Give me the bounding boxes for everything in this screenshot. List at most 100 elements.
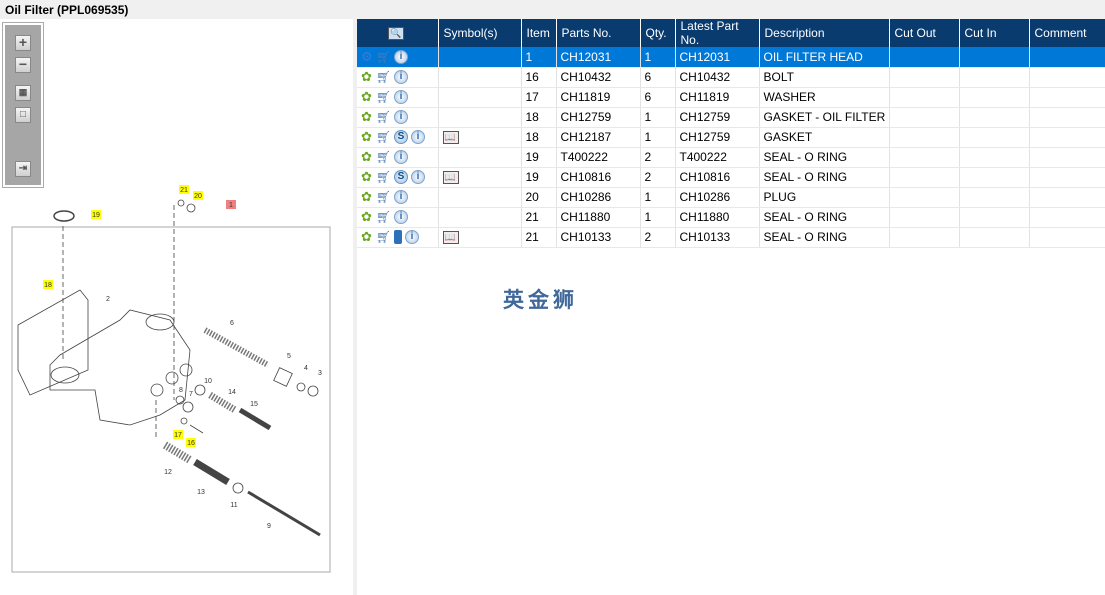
- gear-icon[interactable]: ✿: [361, 189, 373, 205]
- view-illustration-icon[interactable]: 📖: [442, 231, 459, 245]
- info-icon[interactable]: i: [394, 110, 408, 124]
- gear-icon[interactable]: ✿: [361, 149, 373, 165]
- callout-5[interactable]: 5: [287, 353, 291, 360]
- item-cell: 19: [521, 147, 557, 168]
- column-header[interactable]: Description: [759, 19, 890, 47]
- cart-icon[interactable]: 🛒︎: [376, 190, 391, 204]
- gear-icon[interactable]: ✿: [361, 129, 373, 145]
- table-row[interactable]: ✿ 🛒︎ i 17 CH11819 6 CH11819 WASHER: [357, 87, 1105, 108]
- cart-icon[interactable]: 🛒︎: [376, 50, 391, 64]
- cart-icon[interactable]: 🛒︎: [376, 210, 391, 224]
- callout-2[interactable]: 2: [106, 296, 110, 303]
- comment-cell: [1029, 147, 1105, 168]
- exploded-diagram[interactable]: 212011918265431087 141517161213119: [0, 19, 353, 595]
- supersession-icon[interactable]: S: [394, 170, 408, 184]
- callout-8[interactable]: 8: [179, 387, 183, 394]
- callout-21[interactable]: 21: [180, 187, 188, 194]
- callout-17[interactable]: 17: [174, 432, 182, 439]
- table-row[interactable]: ✿ 🛒︎ i 16 CH10432 6 CH10432 BOLT: [357, 67, 1105, 88]
- cut-out-cell: [889, 227, 960, 248]
- symbol-cell: 📖: [438, 167, 522, 188]
- callout-20[interactable]: 20: [194, 193, 202, 200]
- gear-icon[interactable]: ✿: [361, 229, 373, 245]
- gear-icon[interactable]: ✿: [361, 209, 373, 225]
- cart-icon[interactable]: 🛒︎: [376, 130, 391, 144]
- desc-cell: PLUG: [759, 187, 890, 208]
- cart-icon[interactable]: 🛒︎: [376, 70, 391, 84]
- column-header[interactable]: 🔍: [357, 19, 439, 47]
- callout-7[interactable]: 7: [189, 391, 193, 398]
- callout-13[interactable]: 13: [197, 489, 205, 496]
- callout-18[interactable]: 18: [44, 282, 52, 289]
- info-icon[interactable]: i: [394, 190, 408, 204]
- info-icon[interactable]: i: [405, 230, 419, 244]
- search-parts-icon[interactable]: 🔍: [387, 27, 404, 41]
- cut-out-cell: [889, 187, 960, 208]
- comment-cell: [1029, 227, 1105, 248]
- column-header[interactable]: Qty.: [640, 19, 676, 47]
- table-row[interactable]: ✿ 🛒︎ i 19 T400222 2 T400222 SEAL - O RING: [357, 147, 1105, 168]
- latest-cell: CH10816: [675, 167, 760, 188]
- callout-9[interactable]: 9: [267, 523, 271, 530]
- callout-15[interactable]: 15: [250, 401, 258, 408]
- part-cell: CH11819: [556, 87, 641, 108]
- gear-icon[interactable]: ✿: [361, 89, 373, 105]
- callout-4[interactable]: 4: [304, 365, 308, 372]
- table-row[interactable]: ⚙ 🛒︎ i 1 CH12031 1 CH12031 OIL FILTER HEAD: [357, 47, 1105, 68]
- row-actions: ✿ 🛒︎ i: [357, 67, 439, 88]
- table-row[interactable]: ✿ 🛒︎ i 21 CH11880 1 CH11880 SEAL - O RING: [357, 207, 1105, 228]
- cart-icon[interactable]: 🛒︎: [376, 170, 391, 184]
- view-illustration-icon[interactable]: 📖: [442, 131, 459, 145]
- desc-cell: OIL FILTER HEAD: [759, 47, 890, 68]
- callout-10[interactable]: 10: [204, 378, 212, 385]
- gear-icon[interactable]: ✿: [361, 109, 373, 125]
- info-icon[interactable]: i: [411, 170, 425, 184]
- column-header[interactable]: Symbol(s): [438, 19, 522, 47]
- linked-parts-icon[interactable]: ⚙: [361, 49, 373, 65]
- cart-icon[interactable]: 🛒︎: [376, 90, 391, 104]
- column-header[interactable]: Cut In: [959, 19, 1030, 47]
- symbol-cell: 📖: [438, 127, 522, 148]
- callout-1[interactable]: 1: [229, 202, 233, 209]
- info-icon[interactable]: i: [394, 70, 408, 84]
- info-icon[interactable]: i: [411, 130, 425, 144]
- cart-icon[interactable]: 🛒︎: [376, 110, 391, 124]
- callout-16[interactable]: 16: [187, 440, 195, 447]
- callout-3[interactable]: 3: [318, 370, 322, 377]
- info-icon[interactable]: i: [394, 210, 408, 224]
- supersession-icon[interactable]: S: [394, 130, 408, 144]
- table-row[interactable]: ✿ 🛒︎ i 20 CH10286 1 CH10286 PLUG: [357, 187, 1105, 208]
- comment-cell: [1029, 87, 1105, 108]
- cart-icon[interactable]: 🛒︎: [376, 150, 391, 164]
- cut-in-cell: [959, 87, 1030, 108]
- export-button[interactable]: ⇥: [15, 161, 31, 177]
- cart-icon[interactable]: 🛒︎: [376, 230, 391, 244]
- table-row[interactable]: ✿ 🛒︎ i 📖 21 CH10133 2 CH10133 SEAL - O RING: [357, 227, 1105, 248]
- callout-6[interactable]: 6: [230, 320, 234, 327]
- callout-14[interactable]: 14: [228, 389, 236, 396]
- column-header[interactable]: Cut Out: [889, 19, 960, 47]
- info-icon[interactable]: i: [394, 90, 408, 104]
- column-header[interactable]: Item: [521, 19, 557, 47]
- column-header[interactable]: Latest Part No.: [675, 19, 760, 47]
- item-cell: 1: [521, 47, 557, 68]
- column-header[interactable]: Comment: [1029, 19, 1105, 47]
- table-row[interactable]: ✿ 🛒︎ i 18 CH12759 1 CH12759 GASKET - OIL FILTER…: [357, 107, 1105, 128]
- fit-window-button[interactable]: □: [15, 107, 31, 123]
- table-row[interactable]: ✿ 🛒︎ Si 📖 19 CH10816 2 CH10816 SEAL - O RING: [357, 167, 1105, 188]
- gear-icon[interactable]: ✿: [361, 169, 373, 185]
- row-actions: ✿ 🛒︎ i: [357, 187, 439, 208]
- view-illustration-icon[interactable]: 📖: [442, 171, 459, 185]
- gear-icon[interactable]: ✿: [361, 69, 373, 85]
- zoom-in-button[interactable]: +: [15, 35, 31, 51]
- callout-19[interactable]: 19: [92, 212, 100, 219]
- callout-12[interactable]: 12: [164, 469, 172, 476]
- callout-11[interactable]: 11: [230, 502, 237, 509]
- zoom-out-button[interactable]: −: [15, 57, 31, 73]
- table-row[interactable]: ✿ 🛒︎ Si 📖 18 CH12187 1 CH12759 GASKET: [357, 127, 1105, 148]
- fit-all-button[interactable]: ▦: [15, 85, 31, 101]
- info-icon[interactable]: i: [394, 150, 408, 164]
- manual-icon[interactable]: [394, 230, 402, 244]
- column-header[interactable]: Parts No.: [556, 19, 641, 47]
- info-icon[interactable]: i: [394, 49, 408, 64]
